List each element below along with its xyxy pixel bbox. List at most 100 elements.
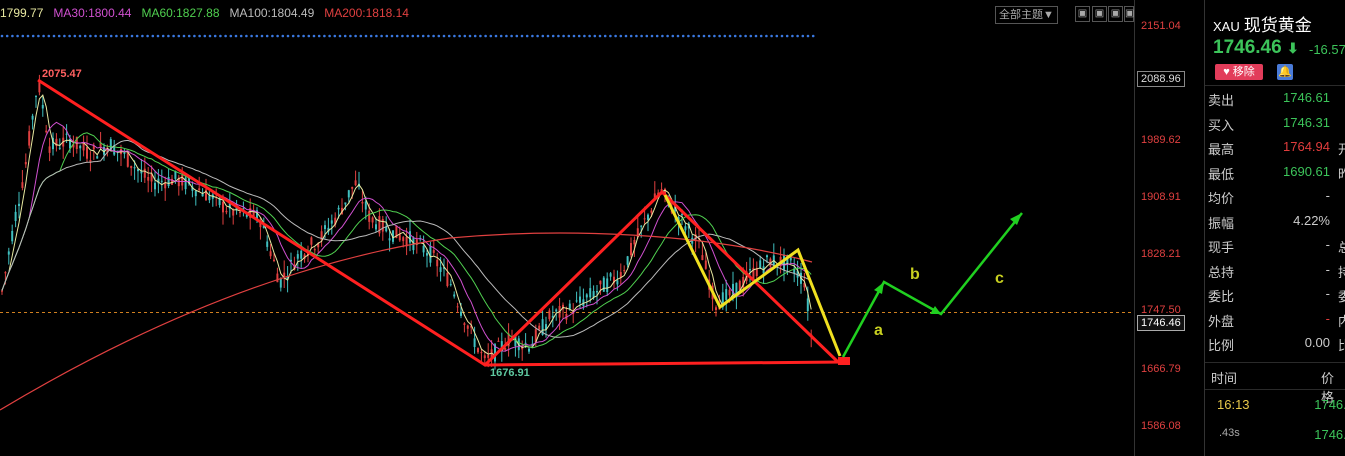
indicator-dot: [749, 34, 753, 38]
candle-body: [497, 340, 500, 342]
candle-body: [606, 278, 609, 293]
candle-body: [82, 143, 85, 151]
low-price-label: 1676.91: [490, 367, 530, 379]
stat-label: 委比: [1208, 289, 1235, 304]
indicator-dot: [801, 34, 805, 38]
indicator-dot: [806, 34, 810, 38]
candle-body: [7, 251, 10, 255]
candle-body: [555, 309, 558, 312]
indicator-dot: [536, 34, 539, 38]
indicator-dot: [557, 34, 560, 38]
indicator-dot: [411, 34, 415, 38]
candle-body: [589, 288, 592, 298]
indicator-dot: [213, 34, 217, 38]
theme-select[interactable]: 全部主题▼: [995, 6, 1058, 24]
indicator-dot: [650, 34, 654, 38]
candle-body: [728, 289, 731, 296]
candle-body: [279, 278, 282, 288]
stat-row: 外盘 -内: [1205, 307, 1345, 331]
candle-body: [650, 210, 653, 213]
indicator-dot: [338, 34, 342, 38]
candle-body: [300, 250, 303, 259]
stat-extra: 委: [1338, 286, 1345, 305]
indicator-dot: [390, 34, 394, 38]
candle-body: [432, 250, 435, 253]
support-line-red: [484, 360, 846, 367]
heart-icon: ♥: [1223, 66, 1230, 78]
candle-body: [616, 280, 619, 285]
candle-body: [154, 182, 156, 190]
stat-extra: 比: [1338, 335, 1345, 354]
support-end-marker: [838, 357, 850, 365]
stat-row: 买入 1746.31: [1205, 111, 1345, 135]
indicator-dot: [661, 34, 664, 38]
candle-body: [483, 355, 486, 359]
candle-body: [58, 147, 61, 149]
divider: [1205, 389, 1345, 390]
candle-body: [296, 254, 299, 259]
candlestick-chart-canvas[interactable]: 2075.47 1676.91 a b c: [0, 0, 1134, 456]
stat-row: 委比 -委: [1205, 282, 1345, 306]
bell-icon[interactable]: 🔔: [1277, 64, 1293, 80]
indicator-dot: [733, 34, 737, 38]
price-chart[interactable]: 2075.47 1676.91 a b c 1799.77 MA30:1800.44 MA6…: [0, 0, 1134, 456]
indicator-dot: [687, 34, 690, 38]
indicator-dot: [349, 34, 352, 38]
symbol-name: 现货黄金: [1243, 16, 1312, 35]
indicator-dot: [343, 34, 347, 38]
y-tick-label: 2151.04: [1141, 20, 1181, 32]
indicator-dot: [697, 34, 701, 38]
indicator-dot: [260, 34, 264, 38]
candle-body: [398, 234, 401, 241]
candle-body: [167, 177, 170, 186]
indicator-dot: [671, 34, 675, 38]
indicator-dot: [203, 34, 207, 38]
candle-body: [324, 225, 326, 230]
toolbar-button-3[interactable]: ▣: [1108, 6, 1123, 22]
candle-body: [28, 131, 31, 146]
high-price-label: 2075.47: [42, 68, 82, 80]
stat-value: -: [1325, 310, 1330, 326]
y-tick-label: 1908.91: [1141, 191, 1181, 203]
toolbar-button-4[interactable]: ▣: [1124, 6, 1134, 22]
indicator-dot: [562, 34, 565, 38]
remove-watchlist-button[interactable]: ♥ 移除: [1215, 64, 1263, 80]
candle-body: [79, 145, 82, 149]
indicator-dot: [354, 34, 357, 38]
candle-body: [344, 202, 347, 205]
indicator-dot: [385, 34, 389, 38]
indicator-dot: [583, 34, 586, 38]
indicator-dot: [614, 34, 617, 38]
candle-body: [568, 303, 571, 309]
candle-body: [198, 188, 201, 191]
ma-legend-item-0: 1799.77: [0, 6, 44, 20]
indicator-dot: [68, 34, 71, 38]
price-axis[interactable]: 2151.04 2088.96 1989.62 1908.91 1828.21 …: [1134, 0, 1205, 456]
candle-body: [371, 217, 374, 223]
last-price-value: 1746.46: [1213, 37, 1282, 58]
indicator-dot: [104, 34, 108, 38]
indicator-dot: [302, 34, 305, 38]
indicator-dot: [598, 34, 602, 38]
candle-body: [446, 272, 449, 287]
indicator-dot: [629, 34, 633, 38]
candle-body: [48, 146, 51, 153]
candle-body: [738, 280, 741, 290]
candle-body: [596, 291, 598, 293]
candle-body: [160, 180, 163, 182]
stat-value: 1746.31: [1283, 114, 1330, 130]
stat-extra: 内: [1338, 311, 1345, 330]
indicator-dot: [572, 34, 576, 38]
indicator-dot: [5, 34, 9, 38]
candle-body: [351, 186, 354, 189]
stat-label: 卖出: [1208, 93, 1235, 108]
indicator-dot: [208, 34, 212, 38]
toolbar-button-1[interactable]: ▣: [1075, 6, 1090, 22]
indicator-dot: [167, 34, 170, 38]
symbol-code: XAU: [1213, 19, 1240, 34]
toolbar-button-2[interactable]: ▣: [1092, 6, 1107, 22]
indicator-dot: [115, 34, 118, 38]
indicator-dot: [520, 34, 524, 38]
candle-body: [330, 220, 333, 224]
candle-body: [602, 277, 605, 292]
